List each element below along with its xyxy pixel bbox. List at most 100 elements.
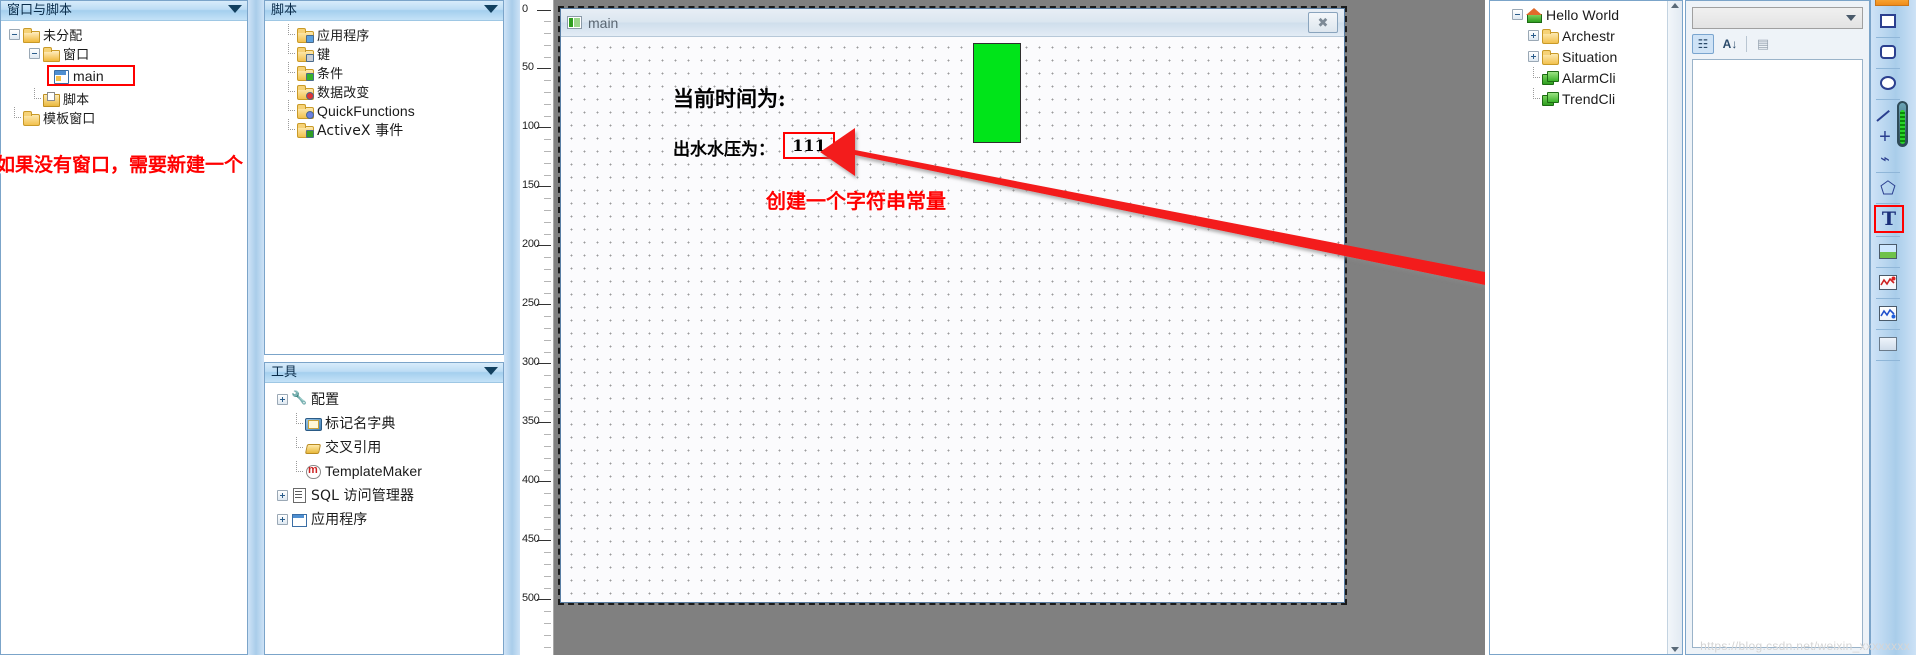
tools-panel-header[interactable]: 工具 [265,363,503,383]
tree-item-label: QuickFunctions [317,102,415,119]
tree-connector [1528,67,1540,83]
sort-az-icon: A↓ [1722,37,1738,51]
scroll-down-icon[interactable] [1671,647,1679,652]
rectangle-tool[interactable] [1875,8,1901,34]
button-icon [1879,337,1897,351]
tree-item-sql-access-manager[interactable]: SQL 访问管理器 [277,483,503,507]
expand-icon[interactable] [277,513,288,525]
chevron-down-icon[interactable] [228,5,242,13]
button-tool[interactable] [1875,331,1901,357]
tree-item-label: 数据改变 [317,86,370,101]
tree-item-tagname-dictionary[interactable]: 标记名字典 [277,411,503,435]
tree-item-main[interactable]: main [49,67,133,84]
ruler-tick-label: 0 [522,3,528,15]
polygon-tool[interactable]: ⬠ [1875,175,1901,201]
image-tool[interactable] [1875,238,1901,264]
tree-item-label: 配置 [311,392,340,408]
annotation-left: 如果没有窗口，需要新建一个 [0,154,244,176]
vertical-splitter-1[interactable] [248,0,264,655]
tree-item-key[interactable]: 键 [283,43,503,63]
expand-icon[interactable] [1528,51,1539,62]
tree-item-label: 模板窗口 [43,112,96,127]
chevron-down-icon[interactable] [484,367,498,375]
panel-title: 窗口与脚本 [7,3,73,18]
chevron-down-icon[interactable] [1846,15,1856,21]
tree-item-label: 交叉引用 [325,440,382,456]
tree-connector [291,412,303,429]
collapse-icon[interactable] [9,29,20,40]
close-icon[interactable]: ✖ [1308,12,1338,33]
plus-icon: + [1879,126,1891,148]
ellipse-tool[interactable] [1875,70,1901,96]
expand-icon[interactable] [1528,30,1539,41]
rounded-rectangle-tool[interactable] [1875,39,1901,65]
vertical-splitter-2[interactable] [504,0,520,655]
scripts-panel-header[interactable]: 脚本 [265,1,503,21]
ruler-tick-label: 250 [522,297,540,309]
folder-icon [1542,28,1559,44]
mdi-window-main[interactable]: main ✖ 当前时间为: 出水水压为： 111 创建一个字符串常量 [558,6,1347,605]
collapse-icon[interactable] [29,48,40,59]
scroll-up-icon[interactable] [1671,3,1679,8]
folder-condition-icon [297,65,314,81]
chevron-down-icon[interactable] [484,5,498,13]
tree-item-template-maker[interactable]: TemplateMaker [277,459,503,483]
tree-item-archestra[interactable]: Archestr [1512,25,1682,46]
mdi-window-titlebar[interactable]: main ✖ [561,9,1344,37]
ruler-tick-label: 350 [522,415,540,427]
expand-icon[interactable] [277,489,288,501]
tree-item-activex-events[interactable]: ActiveX 事件 [283,119,503,139]
tree-item-label: TemplateMaker [325,463,423,479]
realtime-trend-tool[interactable] [1875,269,1901,295]
tree-item-label: Situation [1562,48,1618,65]
categorized-button[interactable]: ☷ [1692,34,1714,54]
text-tool[interactable]: T [1874,205,1904,233]
collapse-icon[interactable] [1512,9,1523,20]
tree-item-configure[interactable]: 配置 [277,387,503,411]
tree-item-cross-reference[interactable]: 交叉引用 [277,435,503,459]
tree-item-alarm-client[interactable]: AlarmCli [1512,67,1682,88]
tree-item-condition[interactable]: 条件 [283,62,503,82]
properties-grid[interactable] [1692,59,1863,648]
tree-item-data-change[interactable]: 数据改变 [283,81,503,101]
expand-icon[interactable] [277,393,288,405]
property-pages-button[interactable]: ▤ [1752,34,1774,54]
alphabetical-sort-button[interactable]: A↓ [1719,34,1741,54]
canvas-green-rectangle[interactable] [973,43,1021,143]
tree-item-application[interactable]: 应用程序 [283,24,503,44]
ruler-tick-label: 150 [522,179,540,191]
thermometer-widget-icon[interactable] [1897,101,1908,147]
canvas-label-current-time[interactable]: 当前时间为: [673,83,786,113]
canvas-label-water-pressure[interactable]: 出水水压为： [673,135,775,160]
tree-item-template-windows[interactable]: 模板窗口 [1,107,247,127]
tree-connector [283,62,295,78]
scripts-tree: 应用程序 键 条件 数据改变 QuickFunctions ActiveX 事件 [265,21,503,354]
tree-item-scripts[interactable]: 脚本 [1,88,247,108]
watermark: https://blog.csdn.net/weixin_xxxxxxxx [1700,639,1910,653]
mdi-window-canvas[interactable]: 当前时间为: 出水水压为： 111 创建一个字符串常量 [561,37,1344,602]
canvas-value-field[interactable]: 111 [783,132,835,159]
windows-and-scripts-panel-header[interactable]: 窗口与脚本 [1,1,247,21]
tree-item-windows[interactable]: 窗口 [1,44,247,63]
object-explorer-scrollbar[interactable] [1667,1,1682,654]
tree-item-label: SQL 访问管理器 [311,488,415,504]
tree-item-hello-world[interactable]: Hello World [1512,4,1682,25]
tree-item-situation[interactable]: Situation [1512,46,1682,67]
tree-item-application-tools[interactable]: 应用程序 [277,507,503,531]
polyline-tool[interactable]: ⌁ [1875,146,1895,172]
tree-item-main-highlight[interactable]: main [47,65,135,86]
rounded-rectangle-icon [1880,45,1896,59]
toolbar-active-header [1875,0,1909,6]
tree-item-quickfunctions[interactable]: QuickFunctions [283,100,503,120]
template-maker-icon [305,462,321,479]
network-icon [1542,91,1559,106]
property-object-select[interactable] [1692,7,1863,29]
historical-trend-tool[interactable] [1875,300,1901,326]
tree-item-label: 未分配 [43,29,83,44]
tree-item-unassigned[interactable]: 未分配 [1,25,247,44]
tree-item-trend-client[interactable]: TrendCli [1512,88,1682,109]
window-icon [53,69,69,84]
tree-connector [283,43,295,59]
tree-item-label: AlarmCli [1562,69,1616,86]
categorized-icon: ☷ [1697,37,1709,51]
